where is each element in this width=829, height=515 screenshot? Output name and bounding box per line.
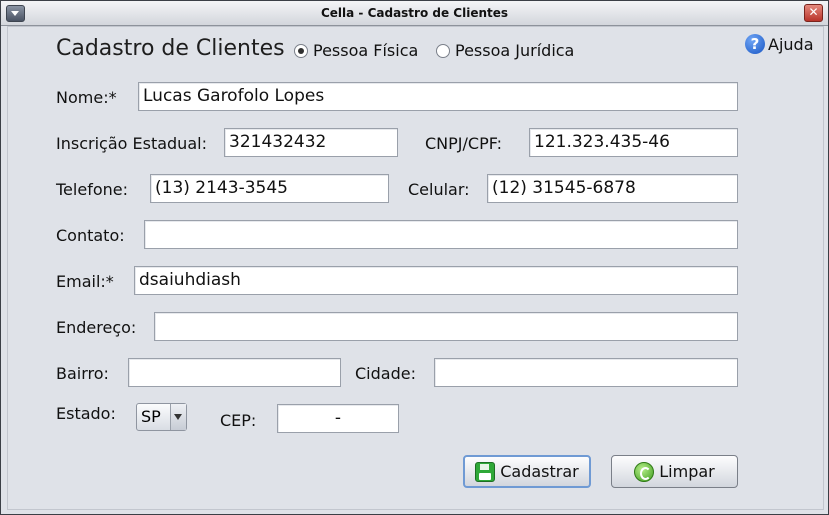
nome-label: Nome:* [56,88,117,107]
page-title: Cadastro de Clientes [56,36,285,61]
inscricao-estadual-label: Inscrição Estadual: [56,134,207,153]
cep-label: CEP: [220,411,257,430]
form-panel: Cadastro de Clientes Pessoa Física Pesso… [7,26,824,510]
help-icon[interactable]: ? [745,34,765,54]
chevron-down-icon[interactable] [170,404,186,430]
save-icon [475,461,496,482]
estado-select[interactable]: SP [136,403,187,431]
radio-selected-icon[interactable] [294,43,308,58]
estado-select-value: SP [141,407,161,426]
help-button[interactable]: ? Ajuda [745,34,814,54]
limpar-button[interactable]: Limpar [611,455,738,488]
title-bar[interactable]: Cella - Cadastro de Clientes ✕ [1,1,828,26]
close-icon[interactable]: ✕ [804,4,823,22]
clear-icon [634,461,655,482]
celular-field[interactable]: (12) 31545-6878 [487,174,738,203]
contato-field[interactable] [144,220,738,249]
telefone-label: Telefone: [56,180,128,199]
radio-pessoa-fisica[interactable]: Pessoa Física [294,41,418,60]
nome-field[interactable]: Lucas Garofolo Lopes [138,82,738,111]
cidade-label: Cidade: [355,364,416,383]
cadastrar-button[interactable]: Cadastrar [463,455,591,488]
inscricao-estadual-field[interactable]: 321432432 [224,128,398,157]
app-window: Cella - Cadastro de Clientes ✕ Cadastro … [0,0,829,515]
cnpj-cpf-field[interactable]: 121.323.435-46 [529,128,738,157]
cadastrar-button-label: Cadastrar [500,462,579,481]
telefone-field[interactable]: (13) 2143-3545 [150,174,389,203]
email-label: Email:* [56,272,114,291]
window-title: Cella - Cadastro de Clientes [320,6,509,20]
estado-label: Estado: [56,404,116,423]
cnpj-cpf-label: CNPJ/CPF: [425,134,503,153]
radio-unselected-icon[interactable] [436,43,450,58]
bairro-field[interactable] [128,358,341,387]
radio-pessoa-juridica[interactable]: Pessoa Jurídica [436,41,574,60]
bairro-label: Bairro: [56,364,109,383]
cep-field[interactable]: - [277,404,399,433]
endereco-label: Endereço: [56,318,137,337]
limpar-button-label: Limpar [659,462,715,481]
help-label: Ajuda [768,34,814,54]
endereco-field[interactable] [154,312,738,341]
radio-pessoa-fisica-label: Pessoa Física [313,41,419,60]
radio-pessoa-juridica-label: Pessoa Jurídica [455,41,575,60]
contato-label: Contato: [56,226,125,245]
celular-label: Celular: [408,180,470,199]
email-field[interactable]: dsaiuhdiash [134,266,738,295]
cidade-field[interactable] [434,358,738,387]
